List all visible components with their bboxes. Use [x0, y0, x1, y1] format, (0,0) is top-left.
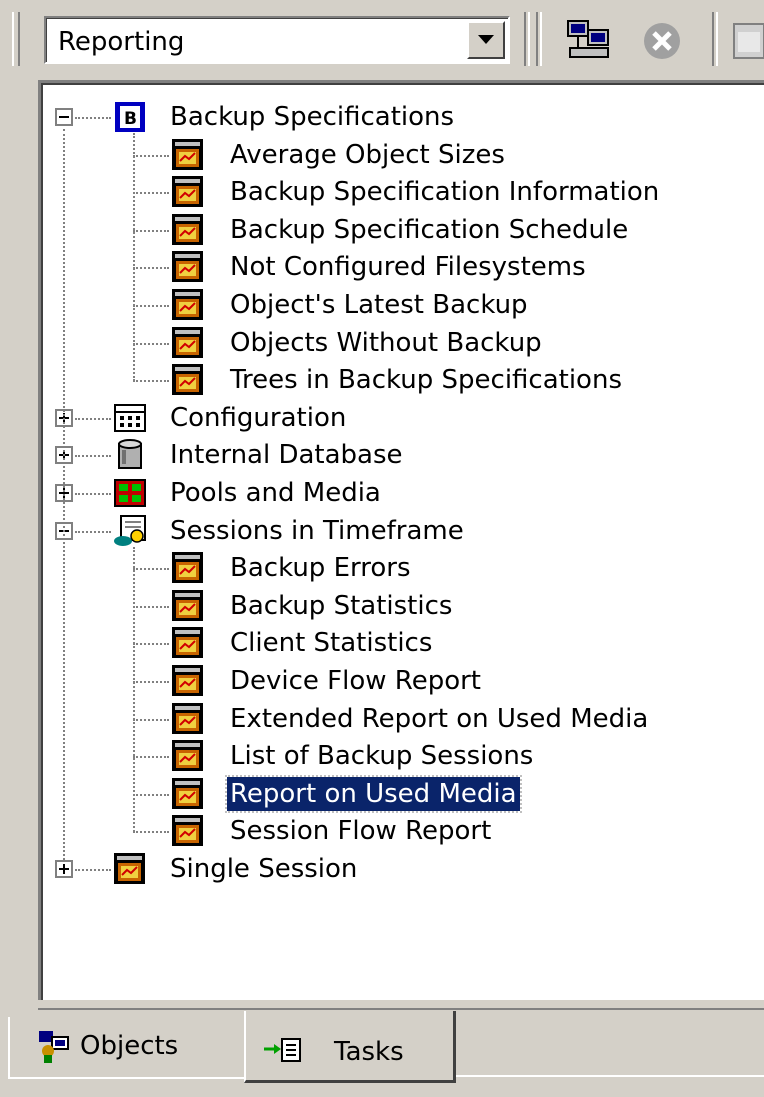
report-icon [171, 138, 205, 172]
tree-group-label: Pools and Media [170, 478, 381, 508]
tree-group-node[interactable]: Configuration [41, 400, 761, 436]
report-icon [171, 363, 205, 397]
tree-item[interactable]: Backup Errors [41, 550, 761, 586]
tree-item[interactable]: Extended Report on Used Media [41, 701, 761, 737]
report-icon [171, 777, 205, 811]
tasks-icon [264, 1038, 301, 1062]
tree-item[interactable]: List of Backup Sessions [41, 738, 761, 774]
report-tree[interactable]: B Backup Specifications Average Object Siz… [38, 80, 764, 1000]
pools-media-icon [113, 476, 147, 510]
context-dropdown-value: Reporting [58, 27, 185, 57]
tree-item-label: Client Statistics [230, 628, 433, 659]
tree-item[interactable]: Backup Statistics [41, 588, 761, 624]
database-icon [113, 438, 147, 472]
tree-group-node[interactable]: B Backup Specifications [41, 99, 761, 135]
tree-item-label: Extended Report on Used Media [230, 703, 649, 734]
tab-tasks-label: Tasks [334, 1037, 404, 1067]
tree-item[interactable]: Not Configured Filesystems [41, 249, 761, 285]
report-icon [171, 814, 205, 848]
configuration-icon [113, 401, 147, 435]
tree-group-node[interactable]: Single Session [41, 851, 761, 887]
report-icon [171, 664, 205, 698]
tree-item-label: List of Backup Sessions [230, 741, 534, 772]
toolbar-separator [524, 12, 530, 66]
tree-item[interactable]: Average Object Sizes [41, 137, 761, 173]
tree-item[interactable]: Client Statistics [41, 625, 761, 661]
tab-tasks[interactable]: Tasks [244, 1011, 456, 1083]
tree-item[interactable]: Objects Without Backup [41, 325, 761, 361]
tree-item[interactable]: Report on Used Media [41, 774, 761, 813]
tree-item[interactable]: Session Flow Report [41, 813, 761, 849]
report-icon [171, 589, 205, 623]
report-icon [171, 250, 205, 284]
tree-item-label: Object's Latest Backup [230, 290, 528, 320]
tree-group-label: Configuration [170, 402, 347, 433]
tree-group-node[interactable]: Pools and Media [41, 475, 761, 511]
collapse-toggle[interactable] [55, 108, 73, 126]
tree-item-label: Not Configured Filesystems [230, 252, 586, 283]
expand-toggle[interactable] [55, 860, 73, 878]
tree-item-label: Session Flow Report [230, 816, 492, 847]
tree-item[interactable]: Backup Specification Schedule [41, 212, 761, 248]
tree-group-label: Internal Database [170, 440, 403, 471]
report-icon [171, 213, 205, 247]
report-icon [171, 326, 205, 360]
tree-group-node[interactable]: Internal Database [41, 437, 761, 473]
stop-icon [644, 23, 680, 59]
dropdown-arrow-button[interactable] [467, 21, 505, 59]
report-icon [171, 288, 205, 322]
tree-group-label: Single Session [170, 854, 358, 884]
report-icon [113, 852, 147, 886]
tree-item-label: Trees in Backup Specifications [230, 365, 622, 396]
tree-item[interactable]: Trees in Backup Specifications [41, 362, 761, 398]
toolbar: Reporting [0, 0, 764, 78]
toolbar-separator [536, 12, 542, 66]
tree-item[interactable]: Backup Specification Information [41, 174, 761, 210]
tab-objects[interactable]: Objects [8, 1017, 244, 1079]
tree-item-label: Backup Errors [230, 553, 411, 584]
chevron-down-icon [478, 35, 494, 44]
tree-group-node[interactable]: Sessions in Timeframe [41, 513, 761, 549]
toolbar-separator [712, 12, 718, 66]
tree-item-label: Backup Specification Schedule [230, 214, 629, 245]
report-icon [171, 626, 205, 660]
tree-item-label: Device Flow Report [230, 666, 481, 696]
stop-button[interactable] [640, 18, 684, 62]
calendar-button[interactable] [730, 18, 764, 62]
tree-item[interactable]: Device Flow Report [41, 663, 761, 699]
tree-group-label: Backup Specifications [170, 102, 455, 132]
tab-strip: Objects Tasks [0, 1005, 764, 1097]
sessions-timeframe-icon [113, 514, 147, 548]
calendar-icon [733, 23, 764, 59]
objects-icon [39, 1031, 69, 1063]
tree-item-label: Report on Used Media [225, 774, 522, 813]
tab-objects-label: Objects [80, 1031, 179, 1061]
report-icon [171, 175, 205, 209]
report-icon [171, 551, 205, 585]
tree-item-label: Backup Specification Information [230, 177, 660, 208]
tree-item-label: Objects Without Backup [230, 327, 542, 358]
tree-item-label: Backup Statistics [230, 590, 453, 621]
svg-text:B: B [124, 109, 137, 129]
tree-group-label: Sessions in Timeframe [170, 515, 464, 546]
context-dropdown[interactable]: Reporting [44, 16, 510, 64]
backup-spec-icon: B [113, 100, 147, 134]
network-computers-button[interactable] [566, 18, 610, 62]
tree-item[interactable]: Object's Latest Backup [41, 287, 761, 323]
tree-item-label: Average Object Sizes [230, 139, 505, 170]
report-icon [171, 702, 205, 736]
network-computers-icon [567, 20, 609, 58]
toolbar-grip[interactable] [12, 12, 20, 66]
report-icon [171, 739, 205, 773]
